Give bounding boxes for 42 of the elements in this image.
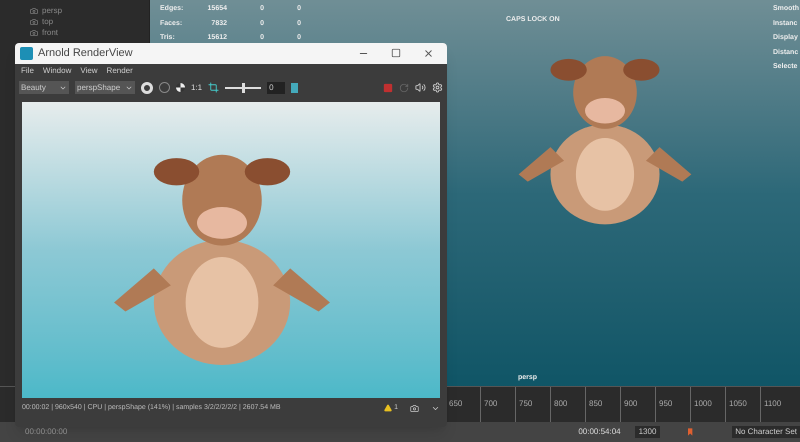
aov-dropdown[interactable]: Beauty: [19, 81, 69, 94]
menu-item[interactable]: File: [21, 64, 34, 76]
end-frame-field[interactable]: 1300: [634, 426, 660, 438]
file-icon[interactable]: [291, 82, 298, 92]
current-time-field[interactable]: 00:00:54:04: [578, 426, 621, 438]
frame-number: 650: [449, 399, 462, 408]
ratio-button[interactable]: 1:1: [191, 82, 202, 94]
menu-item[interactable]: Render: [106, 64, 133, 76]
maximize-icon[interactable]: [391, 48, 401, 58]
frame-number: 700: [484, 399, 498, 408]
close-icon[interactable]: [423, 48, 434, 59]
frame-number: 750: [519, 399, 532, 408]
warning-icon[interactable]: [384, 404, 392, 412]
checker-icon[interactable]: [176, 83, 185, 92]
frame-number: 950: [659, 399, 672, 408]
crop-icon[interactable]: [208, 82, 220, 93]
app-logo-icon: [20, 47, 33, 60]
camera-icon: [30, 6, 38, 14]
speaker-icon[interactable]: [415, 82, 426, 93]
outliner-item[interactable]: persp: [30, 5, 149, 16]
frame-number: 800: [554, 399, 568, 408]
outliner-item[interactable]: top: [30, 16, 149, 27]
snapshot-icon[interactable]: [410, 404, 419, 412]
settings-icon[interactable]: [432, 82, 443, 93]
exposure-field[interactable]: 0: [267, 82, 286, 94]
frame-number: 850: [589, 399, 602, 408]
frame-number: 1000: [694, 399, 712, 408]
frame-number: 1100: [764, 399, 782, 408]
outliner-item[interactable]: front: [30, 27, 149, 38]
menu-item[interactable]: Window: [42, 64, 72, 76]
render-region-icon[interactable]: [141, 82, 153, 94]
exposure-slider-thumb[interactable]: [242, 82, 246, 92]
character-set-field[interactable]: No Character Set: [732, 426, 800, 438]
rgb-icon[interactable]: [159, 82, 170, 93]
camera-icon: [30, 28, 38, 36]
frame-number: 900: [624, 399, 638, 408]
frame-number: 1050: [729, 399, 747, 408]
bookmark-icon[interactable]: [688, 427, 694, 437]
window-title: Arnold RenderView: [38, 46, 133, 62]
camera-icon: [30, 18, 38, 26]
menu-item[interactable]: View: [80, 64, 98, 76]
camera-dropdown[interactable]: perspShape: [75, 81, 135, 94]
